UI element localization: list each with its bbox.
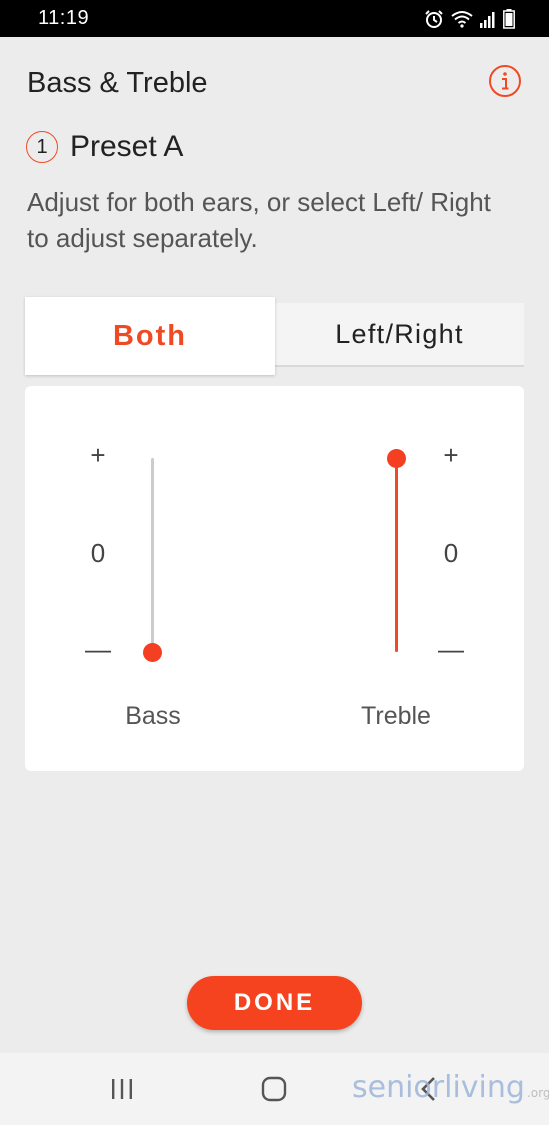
info-button[interactable]	[488, 64, 522, 98]
battery-icon	[503, 9, 515, 29]
tab-both[interactable]: Both	[25, 297, 275, 375]
watermark-logo: seniorliving .org	[352, 1070, 549, 1105]
bass-plus-mark: +	[90, 440, 106, 470]
preset-label: Preset A	[70, 130, 184, 163]
done-button[interactable]: DONE	[187, 976, 362, 1030]
wifi-icon	[451, 10, 473, 28]
home-icon	[261, 1076, 287, 1102]
ear-selection-tabs: Left/Right Both	[25, 297, 524, 375]
bass-slider-track[interactable]	[151, 458, 154, 652]
bass-slider-thumb[interactable]	[143, 642, 162, 662]
treble-plus-mark: +	[443, 440, 459, 470]
treble-zero-mark: 0	[443, 538, 459, 568]
recent-apps-icon	[112, 1079, 132, 1099]
status-icons	[424, 8, 515, 30]
bass-zero-mark: 0	[90, 538, 106, 568]
recent-apps-button[interactable]	[92, 1053, 152, 1125]
treble-label: Treble	[361, 702, 431, 730]
tab-left-right[interactable]: Left/Right	[275, 303, 524, 367]
bass-label: Bass	[125, 702, 181, 730]
instructions-text: Adjust for both ears, or select Left/ Ri…	[27, 187, 491, 253]
status-bar: 11:19	[0, 0, 549, 37]
bass-minus-mark: —	[85, 634, 111, 664]
treble-slider-fill	[395, 458, 398, 652]
preset-number-badge: 1	[26, 131, 58, 163]
signal-icon	[480, 10, 496, 28]
watermark-suffix: .org	[526, 1086, 549, 1100]
treble-slider-thumb[interactable]	[387, 448, 406, 468]
preset-row: 1 Preset A	[26, 130, 183, 164]
home-button[interactable]	[244, 1053, 304, 1125]
info-icon	[489, 65, 521, 97]
status-time: 11:19	[38, 7, 90, 29]
treble-minus-mark: —	[438, 634, 464, 664]
bass-treble-panel: + 0 — Bass + 0 — Treble	[25, 386, 524, 771]
page-title: Bass & Treble	[27, 67, 208, 99]
alarm-icon	[424, 9, 444, 29]
watermark-brand: seniorliving	[352, 1070, 525, 1105]
